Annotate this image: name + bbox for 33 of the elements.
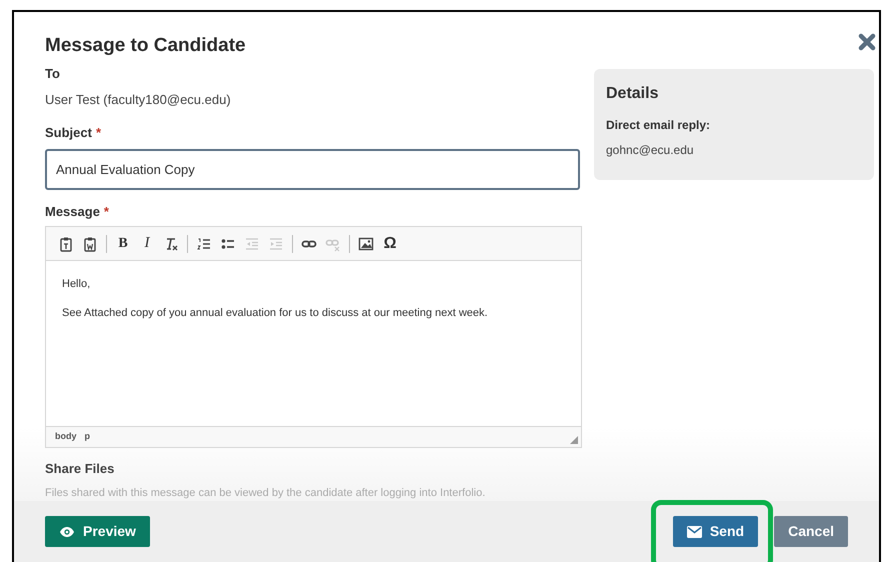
paste-word-icon — [82, 236, 98, 252]
message-paragraph: Hello, — [62, 277, 92, 291]
element-path-item[interactable]: body — [55, 430, 76, 444]
send-button[interactable]: Send — [672, 516, 758, 547]
dialog-title: Message to Candidate — [45, 34, 247, 58]
outdent-icon — [244, 236, 260, 252]
indent-icon — [268, 236, 284, 252]
field-label: Subject — [45, 124, 92, 142]
italic-button[interactable]: I — [136, 232, 158, 254]
required-mark: * — [104, 202, 109, 220]
preview-button[interactable]: Preview — [45, 516, 150, 547]
special-character-button[interactable]: Ω — [379, 232, 401, 254]
message-paragraph: See Attached copy of you annual evaluation for us to discuss at our meeting next week. — [62, 306, 489, 320]
recipient-text: User Test (faculty180@ecu.edu) — [45, 90, 232, 109]
numbered-list-icon — [196, 236, 212, 252]
element-path-item[interactable]: p — [84, 430, 90, 444]
field-label: To — [45, 65, 61, 83]
required-mark: * — [96, 124, 102, 142]
field-label: Direct email reply: — [606, 117, 712, 134]
reply-email-text: gohnc@ecu.edu — [606, 142, 695, 159]
field-label: Message — [45, 202, 100, 221]
resize-handle-icon[interactable] — [570, 436, 578, 444]
section-heading: Share Files — [45, 460, 116, 478]
eye-icon — [59, 526, 75, 538]
subject-input[interactable]: Annual Evaluation Copy — [45, 148, 580, 190]
panel-title: Details — [606, 84, 660, 104]
paste-text-icon — [58, 236, 74, 252]
help-text: Files shared with this message can be viewed by the candidate after logging into Interfolio. — [45, 486, 486, 500]
bold-button[interactable]: B — [112, 232, 134, 254]
cancel-button[interactable]: Cancel — [774, 516, 848, 547]
close-icon[interactable] — [858, 33, 876, 51]
image-icon — [358, 236, 374, 252]
envelope-icon — [686, 526, 702, 538]
